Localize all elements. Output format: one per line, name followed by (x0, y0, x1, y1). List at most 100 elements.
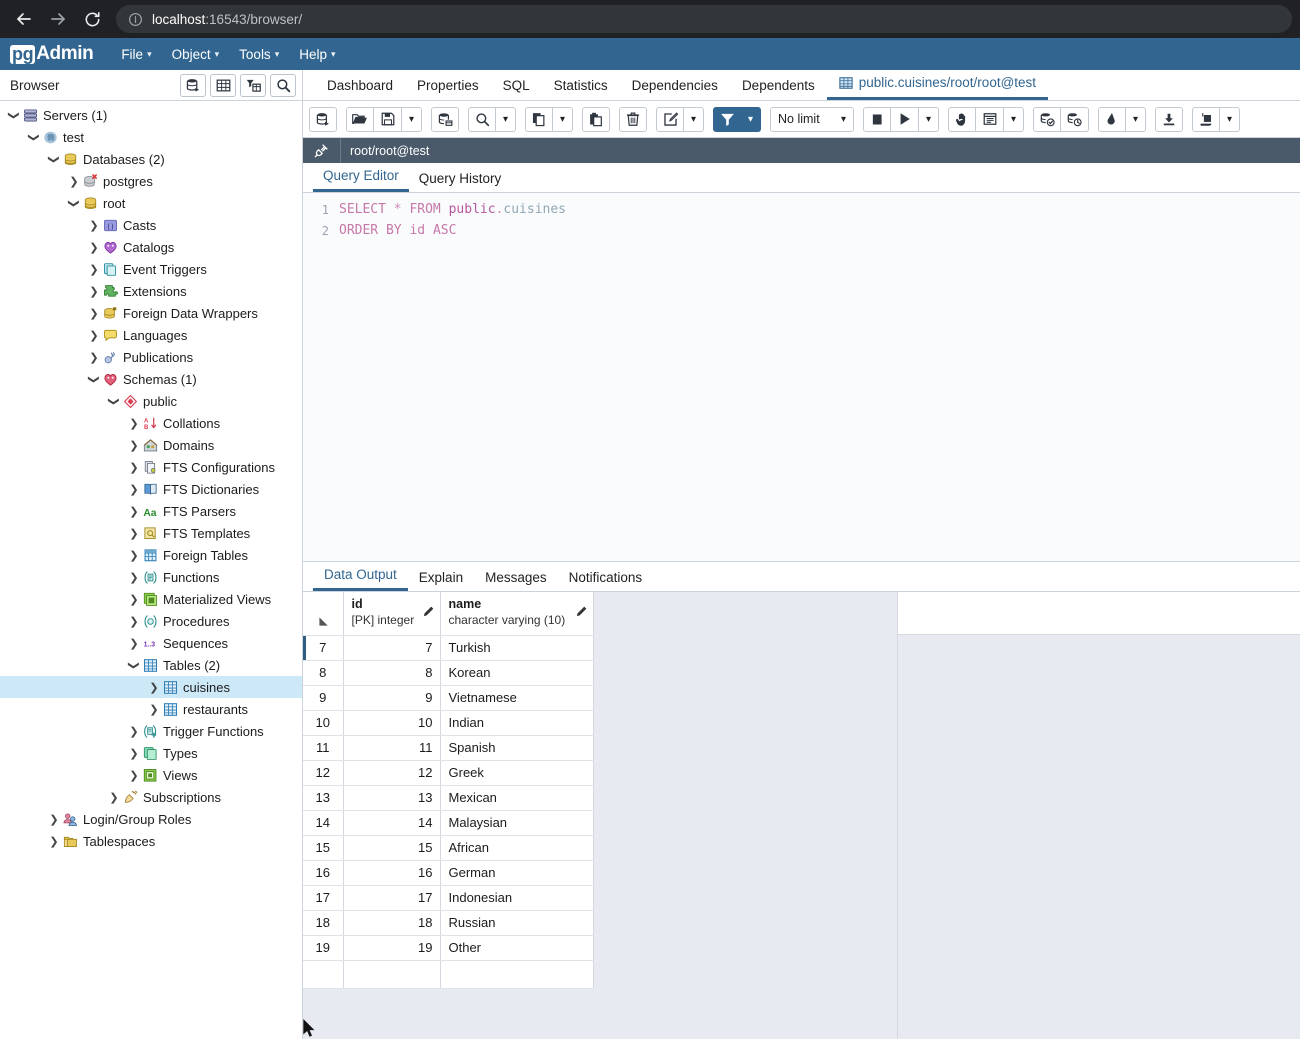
commit-button[interactable] (1033, 106, 1061, 132)
table-row[interactable]: 10 10 Indian (303, 710, 594, 736)
tree-node-foreign-tables[interactable]: ❯ Foreign Tables (0, 544, 302, 566)
object-tab-dependencies[interactable]: Dependencies (620, 74, 730, 100)
cell-id[interactable]: 17 (343, 885, 441, 911)
cell-id[interactable]: 16 (343, 860, 441, 886)
cell-id[interactable]: 12 (343, 760, 441, 786)
object-tab-statistics[interactable]: Statistics (542, 74, 620, 100)
row-number-cell[interactable]: 15 (303, 835, 344, 861)
result-tab-data-output[interactable]: Data Output (313, 563, 408, 591)
row-number-cell[interactable]: 9 (303, 685, 344, 711)
chevron-right-icon[interactable]: ❯ (86, 329, 102, 342)
chevron-right-icon[interactable]: ❯ (86, 351, 102, 364)
row-number-cell[interactable]: 18 (303, 910, 344, 936)
table-row[interactable]: 14 14 Malaysian (303, 810, 594, 836)
open-file-button[interactable] (346, 106, 374, 132)
explain-dropdown[interactable]: ▾ (1004, 106, 1024, 132)
menu-file[interactable]: File ▾ (111, 43, 161, 66)
tree-node-fts-parsers[interactable]: ❯ Aa FTS Parsers (0, 500, 302, 522)
stop-query-button[interactable] (863, 106, 891, 132)
cell-id[interactable]: 11 (343, 735, 441, 761)
edit-options-button[interactable] (656, 106, 684, 132)
chevron-right-icon[interactable]: ❯ (46, 835, 62, 848)
table-row[interactable]: 18 18 Russian (303, 910, 594, 936)
chevron-right-icon[interactable]: ❯ (126, 461, 142, 474)
table-row[interactable]: 16 16 German (303, 860, 594, 886)
chevron-down-icon[interactable]: ❯ (128, 657, 141, 673)
filtered-rows-button[interactable] (240, 73, 266, 97)
save-file-dropdown[interactable]: ▾ (402, 106, 422, 132)
row-number-cell[interactable]: 7 (303, 635, 344, 661)
cell-name[interactable]: Indian (440, 710, 594, 736)
object-tab-properties[interactable]: Properties (405, 74, 491, 100)
table-row[interactable]: 19 19 Other (303, 935, 594, 961)
copy-dropdown[interactable]: ▾ (553, 106, 573, 132)
cell-id[interactable]: 14 (343, 810, 441, 836)
address-bar[interactable]: localhost:16543/browser/ (116, 5, 1292, 33)
delete-row-button[interactable] (619, 106, 647, 132)
chevron-right-icon[interactable]: ❯ (126, 439, 142, 452)
tree-node-tables-2[interactable]: ❯ Tables (2) (0, 654, 302, 676)
execute-dropdown[interactable]: ▾ (919, 106, 939, 132)
tree-node-databases-2[interactable]: ❯ Databases (2) (0, 148, 302, 170)
view-data-button[interactable] (210, 73, 236, 97)
query-tab-query-history[interactable]: Query History (409, 168, 512, 192)
row-number-cell[interactable]: 14 (303, 810, 344, 836)
save-file-button[interactable] (374, 106, 402, 132)
cell-id[interactable]: 15 (343, 835, 441, 861)
result-tab-notifications[interactable]: Notifications (558, 566, 654, 591)
back-button[interactable] (8, 3, 40, 35)
table-row[interactable]: 9 9 Vietnamese (303, 685, 594, 711)
tree-node-sequences[interactable]: ❯ 1..3 Sequences (0, 632, 302, 654)
macro-dropdown[interactable]: ▾ (1220, 106, 1240, 132)
copy-button[interactable] (525, 106, 553, 132)
tree-node-trigger-functions[interactable]: ❯ Trigger Functions (0, 720, 302, 742)
cell-name[interactable]: Indonesian (440, 885, 594, 911)
chevron-right-icon[interactable]: ❯ (46, 813, 62, 826)
cell-name[interactable]: Spanish (440, 735, 594, 761)
tree-node-tablespaces[interactable]: ❯ Tablespaces (0, 830, 302, 852)
chevron-right-icon[interactable]: ❯ (126, 571, 142, 584)
paste-button[interactable] (582, 106, 610, 132)
tree-node-materialized-views[interactable]: ❯ Materialized Views (0, 588, 302, 610)
cell-id[interactable]: 9 (343, 685, 441, 711)
tree-node-subscriptions[interactable]: ❯ Subscriptions (0, 786, 302, 808)
row-number-cell[interactable]: 19 (303, 935, 344, 961)
execute-query-button[interactable] (891, 106, 919, 132)
tree-node-postgres[interactable]: ❯ postgres (0, 170, 302, 192)
object-tab-public-cuisines-root-root-test[interactable]: public.cuisines/root/root@test (826, 71, 1049, 100)
chevron-down-icon[interactable]: ❯ (28, 129, 41, 145)
sql-editor[interactable]: 1 SELECT * FROM public.cuisines 2 ORDER BY … (303, 193, 1300, 561)
chevron-down-icon[interactable]: ❯ (8, 107, 21, 123)
filter-button[interactable] (713, 106, 741, 132)
table-row[interactable]: 13 13 Mexican (303, 785, 594, 811)
chevron-right-icon[interactable]: ❯ (86, 241, 102, 254)
row-number-header[interactable] (303, 592, 344, 636)
tree-node-fts-dictionaries[interactable]: ❯ FTS Dictionaries (0, 478, 302, 500)
cell-name[interactable]: Mexican (440, 785, 594, 811)
table-row[interactable]: 11 11 Spanish (303, 735, 594, 761)
result-tab-explain[interactable]: Explain (408, 566, 474, 591)
chevron-right-icon[interactable]: ❯ (126, 527, 142, 540)
chevron-right-icon[interactable]: ❯ (126, 637, 142, 650)
menu-object[interactable]: Object ▾ (162, 43, 230, 66)
filter-dropdown[interactable]: ▾ (741, 106, 761, 132)
query-tool-button[interactable] (180, 73, 206, 97)
chevron-right-icon[interactable]: ❯ (146, 703, 162, 716)
chevron-down-icon[interactable]: ❯ (108, 393, 121, 409)
open-query-tool-button[interactable] (309, 106, 337, 132)
chevron-right-icon[interactable]: ❯ (126, 725, 142, 738)
tree-node-foreign-data-wrappers[interactable]: ❯ Foreign Data Wrappers (0, 302, 302, 324)
empty-cell[interactable] (303, 960, 344, 989)
object-tab-dashboard[interactable]: Dashboard (315, 74, 405, 100)
edit-column-icon[interactable] (422, 606, 434, 618)
chevron-right-icon[interactable]: ❯ (146, 681, 162, 694)
tree-node-catalogs[interactable]: ❯ Catalogs (0, 236, 302, 258)
chevron-right-icon[interactable]: ❯ (86, 263, 102, 276)
chevron-right-icon[interactable]: ❯ (126, 615, 142, 628)
forward-button[interactable] (42, 3, 74, 35)
cell-id[interactable]: 19 (343, 935, 441, 961)
row-number-cell[interactable]: 11 (303, 735, 344, 761)
menu-help[interactable]: Help ▾ (289, 43, 345, 66)
connection-icon[interactable] (303, 138, 341, 163)
chevron-right-icon[interactable]: ❯ (86, 285, 102, 298)
